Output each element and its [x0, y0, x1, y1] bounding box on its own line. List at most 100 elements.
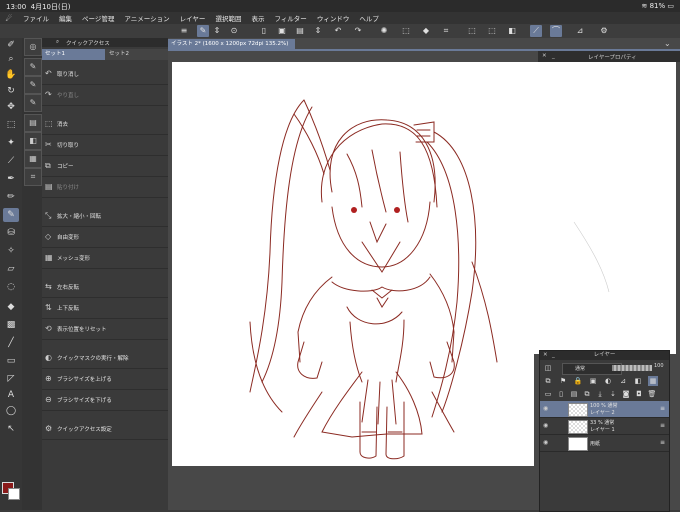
reference-icon[interactable]: ⚑ [558, 376, 568, 386]
file-icon[interactable]: ▯ [258, 25, 270, 37]
updown-icon[interactable]: ⇕ [312, 25, 324, 37]
crop-icon[interactable]: ⌗ [440, 25, 452, 37]
pen-edit-icon[interactable]: ✐ [3, 38, 19, 52]
deselect-icon[interactable]: ⬚ [486, 25, 498, 37]
quick-access-item[interactable]: ▤ 貼り付け [42, 177, 168, 198]
rotate-icon[interactable]: ↻ [3, 84, 19, 98]
fill-icon[interactable]: ◆ [3, 300, 19, 314]
quick-access-item[interactable]: ⇆ 左右反転 [42, 277, 168, 298]
layer-color-swatch-icon[interactable]: ◧ [633, 376, 643, 386]
magic-wand-icon[interactable]: ✦ [3, 136, 19, 150]
quick-access-item[interactable]: ↷ やり直し [42, 85, 168, 106]
mask-icon[interactable]: ◐ [603, 376, 613, 386]
document-tab[interactable]: イラスト 2* (1600 x 1200px 72dpi 135.2%) [168, 39, 295, 49]
select-icon[interactable]: ⬚ [3, 118, 19, 132]
lock-icon[interactable]: 🔒 [573, 376, 583, 386]
menu-filter[interactable]: フィルター [274, 13, 306, 23]
quick-access-item[interactable]: ◐ クイックマスクの実行・解除 [42, 348, 168, 369]
menu-layer[interactable]: レイヤー [180, 13, 206, 23]
clear-icon[interactable]: ⬚ [400, 25, 412, 37]
gallery-icon[interactable]: ▣ [276, 25, 288, 37]
canvas-paper[interactable] [172, 62, 534, 466]
snap-curve-icon[interactable]: ⌒ [550, 25, 562, 37]
select-all-icon[interactable]: ⬚ [466, 25, 478, 37]
menu-edit[interactable]: 編集 [59, 13, 72, 23]
layer-sub2-icon[interactable]: ◧ [24, 132, 42, 150]
save-icon[interactable]: ▤ [294, 25, 306, 37]
merge-down-icon[interactable]: ⇣ [608, 389, 618, 399]
layer-menu-icon[interactable]: ≡ [660, 405, 665, 412]
menu-window[interactable]: ウィンドウ [317, 13, 350, 23]
pen-sub-icon[interactable]: ✎ [24, 58, 42, 76]
menu-file[interactable]: ファイル [23, 13, 49, 23]
pen-icon[interactable]: ✒ [3, 172, 19, 186]
new-vector-icon[interactable]: ▯ [556, 389, 566, 399]
gradient-icon[interactable]: ▩ [3, 318, 19, 332]
close-icon[interactable]: ✕ [542, 53, 547, 59]
layer-menu-icon[interactable]: ≡ [660, 439, 665, 446]
line-icon[interactable]: ╱ [3, 336, 19, 350]
quick-access-item[interactable]: ⤡ 拡大・縮小・回転 [42, 206, 168, 227]
visibility-eye-icon[interactable]: ◉ [543, 405, 548, 412]
blend-icon[interactable]: ◌ [3, 280, 19, 294]
quick-access-item[interactable]: ⇅ 上下反転 [42, 298, 168, 319]
tab-set2[interactable]: セット2 [106, 49, 159, 60]
minimize-icon[interactable]: _ [552, 351, 555, 360]
delete-layer-icon[interactable]: 🗑 [647, 389, 657, 399]
mask-add-icon[interactable]: ◙ [621, 389, 631, 399]
clip-icon[interactable]: ⧉ [543, 376, 553, 386]
decoration-icon[interactable]: ✧ [3, 244, 19, 258]
record-icon[interactable]: ⊙ [228, 25, 240, 37]
undo-icon[interactable]: ↶ [332, 25, 344, 37]
pen-sub3-icon[interactable]: ✎ [24, 94, 42, 112]
opacity-slider[interactable] [612, 365, 652, 371]
layer-row[interactable]: ◉ 100 % 通常 レイヤー 2 ≡ [540, 401, 669, 418]
brush-icon[interactable]: ✎ [3, 208, 19, 222]
brush-layer-icon[interactable]: ✎ [197, 25, 209, 37]
ruler-show-icon[interactable]: ⊿ [618, 376, 628, 386]
airbrush-icon[interactable]: ⛁ [3, 226, 19, 240]
ruler-icon[interactable]: ⊿ [574, 25, 586, 37]
menu-animation[interactable]: アニメーション [124, 13, 169, 23]
layer-color-icon[interactable]: ◫ [543, 363, 553, 373]
layer-sub3-icon[interactable]: ▦ [24, 150, 42, 168]
menu-page[interactable]: ページ管理 [82, 13, 114, 23]
quick-access-item[interactable]: ↶ 取り消し [42, 64, 168, 85]
menu-help[interactable]: ヘルプ [359, 13, 379, 23]
fill-icon[interactable]: ◆ [420, 25, 432, 37]
quick-access-item[interactable]: ▦ メッシュ変形 [42, 248, 168, 269]
eyedropper-icon[interactable]: ⟋ [3, 154, 19, 168]
move-icon[interactable]: ✥ [3, 100, 19, 114]
close-icon[interactable]: ✕ [543, 351, 548, 360]
menu-view[interactable]: 表示 [251, 13, 264, 23]
quick-access-item[interactable]: ⟲ 表示位置をリセット [42, 319, 168, 340]
canvas-paper-right[interactable] [534, 62, 676, 354]
balloon-icon[interactable]: ◯ [3, 404, 19, 418]
eraser-icon[interactable]: ▱ [3, 262, 19, 276]
settings-icon[interactable]: ⚙ [598, 25, 610, 37]
pen-sub2-icon[interactable]: ✎ [24, 76, 42, 94]
copy-layer-icon[interactable]: ⧉ [582, 389, 592, 399]
navigator-icon[interactable]: ⌗ [24, 168, 42, 186]
ruler-icon[interactable]: ◸ [3, 372, 19, 386]
apply-mask-icon[interactable]: ◘ [634, 389, 644, 399]
frame-icon[interactable]: ▭ [3, 354, 19, 368]
new-raster-icon[interactable]: ▭ [543, 389, 553, 399]
app-logo-icon[interactable]: ☄ [0, 14, 18, 23]
loading-icon[interactable]: ✺ [378, 25, 390, 37]
quick-access-icon[interactable]: ◎ [24, 38, 42, 56]
tab-set1[interactable]: セット1 [42, 49, 105, 60]
menu-selection[interactable]: 選択範囲 [215, 13, 241, 23]
new-folder-icon[interactable]: ▤ [569, 389, 579, 399]
layer-menu-icon[interactable]: ≡ [660, 422, 665, 429]
snap-icon[interactable]: ⟋ [530, 25, 542, 37]
invert-icon[interactable]: ◧ [506, 25, 518, 37]
correction-icon[interactable]: ↖ [3, 422, 19, 436]
text-icon[interactable]: A [3, 388, 19, 402]
layer-row[interactable]: ◉ 用紙 ≡ [540, 435, 669, 452]
layer-row[interactable]: ◉ 33 % 通常 レイヤー 1 ≡ [540, 418, 669, 435]
grid-icon[interactable]: ▦ [648, 376, 658, 386]
search-icon[interactable]: ⌕ [56, 39, 59, 46]
quick-access-item[interactable]: ◇ 自由変形 [42, 227, 168, 248]
zoom-icon[interactable]: ⌕ [3, 52, 19, 66]
